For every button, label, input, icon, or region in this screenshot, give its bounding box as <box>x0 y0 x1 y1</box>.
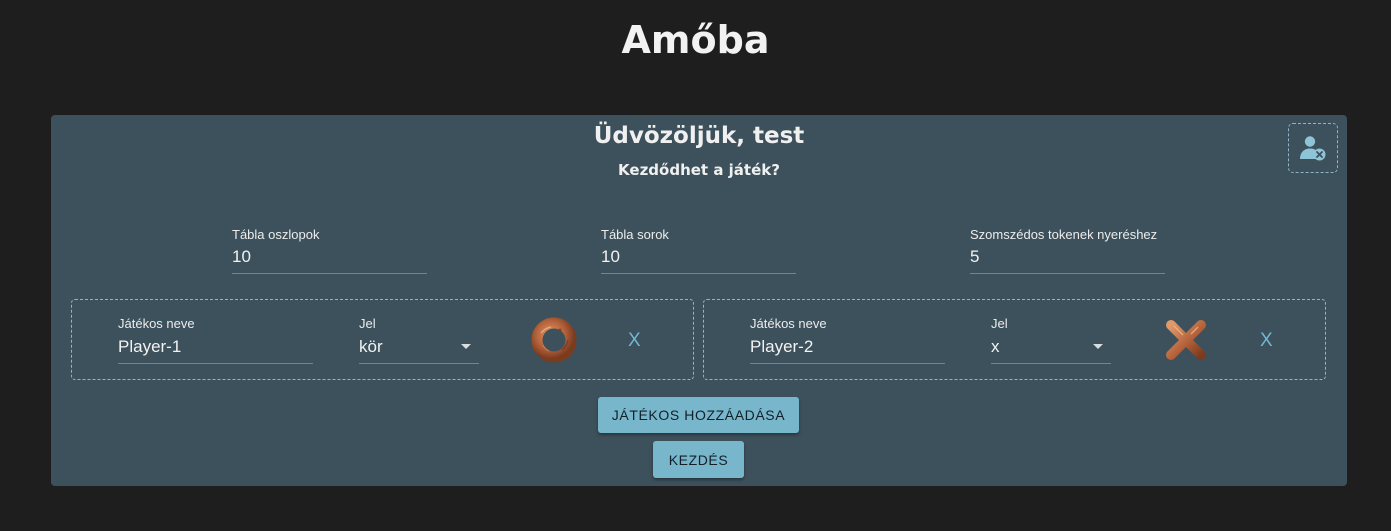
welcome-subtitle: Kezdődhet a játék? <box>618 161 780 179</box>
rows-label: Tábla sorok <box>601 227 669 242</box>
win-length-field[interactable]: Szomszédos tokenek nyeréshez <box>970 227 1165 274</box>
logout-button[interactable] <box>1288 123 1338 173</box>
symbol-label: Jel <box>359 316 376 331</box>
wooden-ring-icon <box>531 317 577 363</box>
columns-input[interactable] <box>232 247 427 267</box>
player-name-field[interactable]: Játékos neve Player-1 <box>118 316 313 364</box>
rows-input[interactable] <box>601 247 796 267</box>
player-name-value[interactable]: Player-1 <box>118 337 181 357</box>
wooden-cross-icon <box>1166 320 1206 360</box>
symbol-select[interactable]: Jel kör <box>359 316 479 364</box>
player-name-label: Játékos neve <box>118 316 195 331</box>
remove-player-button[interactable]: X <box>628 330 641 352</box>
player-name-value[interactable]: Player-2 <box>750 337 813 357</box>
player-card-2: Játékos neve Player-2 Jel x X <box>703 299 1326 380</box>
columns-field[interactable]: Tábla oszlopok <box>232 227 427 274</box>
dropdown-arrow-icon[interactable] <box>1093 344 1103 349</box>
remove-player-button[interactable]: X <box>1260 330 1273 352</box>
symbol-value[interactable]: kör <box>359 337 383 357</box>
app-title: Amőba <box>621 18 770 62</box>
dropdown-arrow-icon[interactable] <box>461 344 471 349</box>
player-card-1: Játékos neve Player-1 Jel kör X <box>71 299 694 380</box>
player-name-label: Játékos neve <box>750 316 827 331</box>
symbol-select[interactable]: Jel x <box>991 316 1111 364</box>
player-name-field[interactable]: Játékos neve Player-2 <box>750 316 945 364</box>
game-setup-card: Üdvözöljük, test Kezdődhet a játék? Tábl… <box>51 115 1347 486</box>
win-length-input[interactable] <box>970 247 1165 267</box>
symbol-label: Jel <box>991 316 1008 331</box>
add-player-button[interactable]: JÁTÉKOS HOZZÁADÁSA <box>598 397 799 433</box>
win-length-label: Szomszédos tokenek nyeréshez <box>970 227 1158 242</box>
start-button[interactable]: KEZDÉS <box>653 441 744 478</box>
columns-label: Tábla oszlopok <box>232 227 320 242</box>
welcome-title: Üdvözöljük, test <box>593 123 805 149</box>
rows-field[interactable]: Tábla sorok <box>601 227 796 274</box>
symbol-value[interactable]: x <box>991 337 1000 357</box>
user-remove-icon <box>1300 136 1326 161</box>
